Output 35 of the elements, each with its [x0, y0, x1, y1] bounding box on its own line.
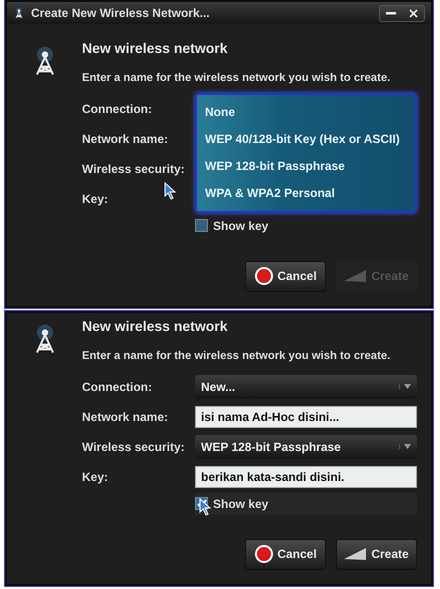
dialog-heading: New wireless network	[82, 39, 229, 58]
dropdown-option[interactable]: WPA & WPA2 Personal	[197, 180, 415, 207]
field-label: Wireless security:	[82, 438, 185, 456]
field-label: Connection:	[82, 378, 152, 396]
field-label: Key:	[82, 190, 108, 208]
mouse-pointer-icon	[199, 498, 211, 516]
app-icon	[13, 6, 25, 20]
field-label: Connection:	[82, 100, 152, 118]
window-title: Create New Wireless Network...	[31, 5, 210, 22]
mouse-pointer-icon	[164, 182, 176, 200]
dropdown[interactable]: WEP 128-bit Passphrase	[195, 434, 417, 459]
dialog-heading: New wireless network	[82, 316, 229, 336]
dropdown-option[interactable]: None	[197, 98, 415, 126]
field-label: Network name:	[82, 130, 168, 148]
field-label: Key:	[82, 468, 108, 486]
cancel-button[interactable]: Cancel	[245, 538, 326, 570]
caret-icon	[399, 384, 411, 390]
caret-icon	[399, 444, 411, 450]
dropdown[interactable]: New...	[195, 374, 417, 399]
stop-icon	[254, 266, 274, 286]
dialog-description: Enter a name for the wireless network you wish to create.	[82, 348, 392, 364]
show-key-label[interactable]: Show key	[213, 216, 268, 235]
dropdown-option[interactable]: WEP 40/128-bit Key (Hex or ASCII)	[197, 126, 415, 153]
wedge-icon	[344, 269, 368, 284]
field-label: Wireless security:	[82, 160, 185, 178]
text-field[interactable]: isi nama Ad-Hoc disini...	[195, 406, 417, 428]
field-label: Network name:	[82, 408, 168, 426]
dialog-description: Enter a name for the wireless network you wish to create.	[82, 71, 392, 86]
wedge-icon	[344, 547, 368, 562]
show-key-checkbox[interactable]	[195, 219, 208, 232]
text-field[interactable]: berikan kata-sandi disini.	[195, 466, 417, 488]
create-button[interactable]: Create	[336, 538, 417, 570]
dropdown-option[interactable]: WEP 128-bit Passphrase	[197, 152, 415, 180]
stop-icon	[254, 544, 274, 564]
cancel-button[interactable]: Cancel	[245, 260, 326, 292]
